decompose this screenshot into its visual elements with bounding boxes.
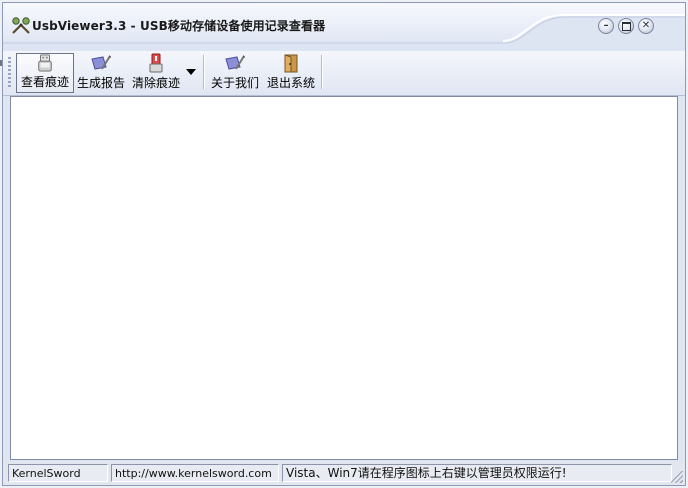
toolbar-separator [203, 55, 204, 89]
maximize-button[interactable] [618, 18, 634, 34]
view-traces-button[interactable]: 查看痕迹 [16, 53, 74, 93]
clear-usb-icon [149, 53, 163, 73]
exit-door-icon [284, 54, 298, 73]
usb-drive-icon [38, 54, 52, 72]
maximize-icon [621, 21, 631, 31]
clear-traces-dropdown-icon[interactable] [186, 69, 196, 75]
toolbar-separator [321, 55, 322, 89]
about-pen-icon [225, 55, 245, 70]
exit-system-label: 退出系统 [266, 76, 315, 90]
generate-report-button[interactable]: 生成报告 [75, 53, 127, 93]
status-hint: Vista、Win7请在程序图标上右键以管理员权限运行! [282, 464, 672, 482]
resize-grip[interactable] [671, 471, 683, 483]
title-bar[interactable]: UsbViewer3.3 - USB移动存储设备使用记录查看器 – ✕ [3, 3, 685, 52]
clear-traces-button[interactable]: 清除痕迹 [130, 53, 182, 93]
close-icon: ✕ [641, 20, 651, 31]
report-pen-icon [91, 55, 111, 70]
close-button[interactable]: ✕ [638, 18, 654, 34]
status-bar: KernelSword http://www.kernelsword.com V… [3, 462, 685, 485]
about-us-label: 关于我们 [210, 76, 259, 90]
toolbar: 查看痕迹 生成报告 清除痕迹 关于我们 退出系统 [3, 51, 685, 96]
generate-report-label: 生成报告 [76, 76, 125, 90]
about-us-button[interactable]: 关于我们 [209, 53, 261, 93]
clear-traces-label: 清除痕迹 [131, 76, 180, 90]
exit-system-button[interactable]: 退出系统 [265, 53, 317, 93]
app-window: UsbViewer3.3 - USB移动存储设备使用记录查看器 – ✕ 查看痕迹 [2, 2, 686, 486]
window-title: UsbViewer3.3 - USB移动存储设备使用记录查看器 [32, 19, 326, 33]
usb-records-list[interactable] [10, 96, 678, 460]
view-traces-label: 查看痕迹 [20, 75, 69, 89]
status-author: KernelSword [8, 464, 108, 482]
app-logo-icon [12, 17, 30, 34]
status-website: http://www.kernelsword.com [111, 464, 279, 482]
minimize-button[interactable]: – [598, 18, 614, 34]
minimize-icon: – [603, 20, 609, 31]
toolbar-grip[interactable] [8, 57, 11, 89]
